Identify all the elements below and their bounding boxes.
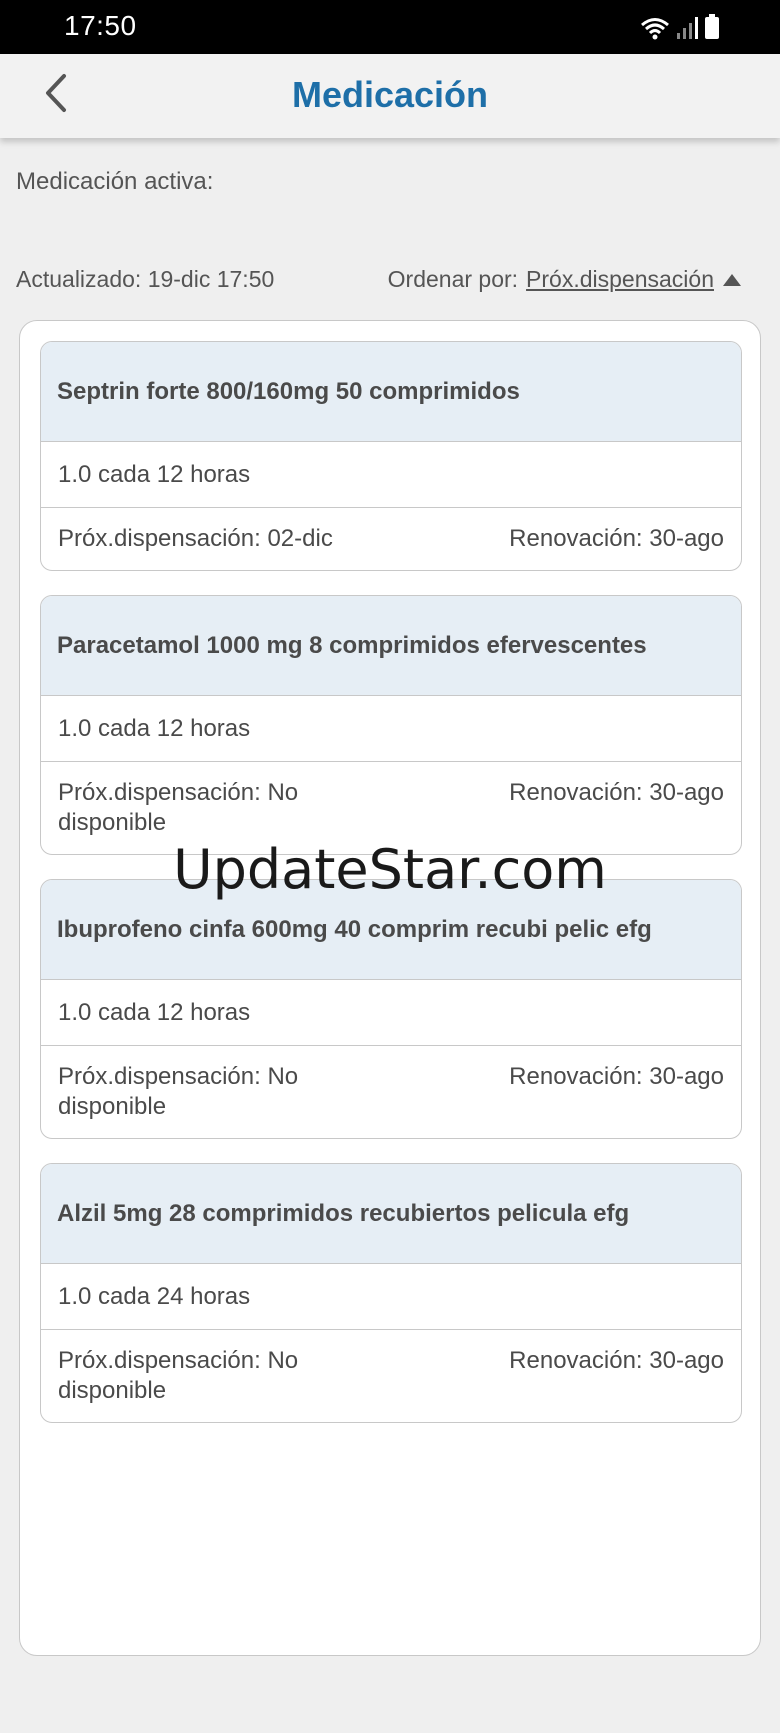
medication-name: Ibuprofeno cinfa 600mg 40 comprim recubi… [41, 880, 741, 980]
medication-dose: 1.0 cada 12 horas [41, 980, 741, 1046]
sort-control: Ordenar por: Próx.dispensación [388, 266, 742, 293]
meta-row: Actualizado: 19-dic 17:50 Ordenar por: P… [16, 266, 742, 293]
triangle-up-icon[interactable] [722, 266, 742, 293]
medication-list: Septrin forte 800/160mg 50 comprimidos 1… [19, 320, 761, 1656]
medication-card[interactable]: Septrin forte 800/160mg 50 comprimidos 1… [40, 341, 742, 571]
renewal-date: Renovación: 30-ago [509, 1347, 724, 1374]
status-time: 17:50 [64, 10, 137, 41]
next-dispensation: Próx.dispensación: No disponible [58, 779, 299, 836]
section-label: Medicación activa: [16, 168, 214, 195]
medication-card[interactable]: Ibuprofeno cinfa 600mg 40 comprim recubi… [40, 879, 742, 1139]
app-bar: Medicación [0, 54, 780, 138]
sort-label: Ordenar por: [387, 266, 519, 292]
medication-name: Septrin forte 800/160mg 50 comprimidos [41, 342, 741, 442]
next-dispensation: Próx.dispensación: No disponible [58, 1063, 299, 1120]
status-icons [640, 14, 720, 45]
next-dispensation: Próx.dispensación: 02-dic [58, 525, 333, 552]
next-dispensation: Próx.dispensación: No disponible [58, 1347, 299, 1404]
status-bar: 17:50 [0, 0, 780, 54]
medication-info: Próx.dispensación: No disponible Renovac… [41, 1046, 741, 1138]
medication-dose: 1.0 cada 12 horas [41, 442, 741, 508]
medication-info: Próx.dispensación: No disponible Renovac… [41, 762, 741, 854]
medication-info: Próx.dispensación: No disponible Renovac… [41, 1330, 741, 1422]
updated-timestamp: Actualizado: 19-dic 17:50 [16, 266, 275, 292]
renewal-date: Renovación: 30-ago [509, 779, 724, 806]
medication-card[interactable]: Alzil 5mg 28 comprimidos recubiertos pel… [40, 1163, 742, 1423]
medication-name: Paracetamol 1000 mg 8 comprimidos eferve… [41, 596, 741, 696]
medication-dose: 1.0 cada 24 horas [41, 1264, 741, 1330]
medication-dose: 1.0 cada 12 horas [41, 696, 741, 762]
renewal-date: Renovación: 30-ago [509, 525, 724, 552]
page-title: Medicación [291, 74, 489, 115]
medication-info: Próx.dispensación: 02-dic Renovación: 30… [41, 508, 741, 570]
signal-icon [676, 16, 698, 45]
medication-name: Alzil 5mg 28 comprimidos recubiertos pel… [41, 1164, 741, 1264]
wifi-icon [640, 16, 670, 45]
renewal-date: Renovación: 30-ago [509, 1063, 724, 1090]
medication-card[interactable]: Paracetamol 1000 mg 8 comprimidos eferve… [40, 595, 742, 855]
battery-icon [704, 14, 720, 45]
sort-value-link[interactable]: Próx.dispensación [526, 266, 714, 293]
